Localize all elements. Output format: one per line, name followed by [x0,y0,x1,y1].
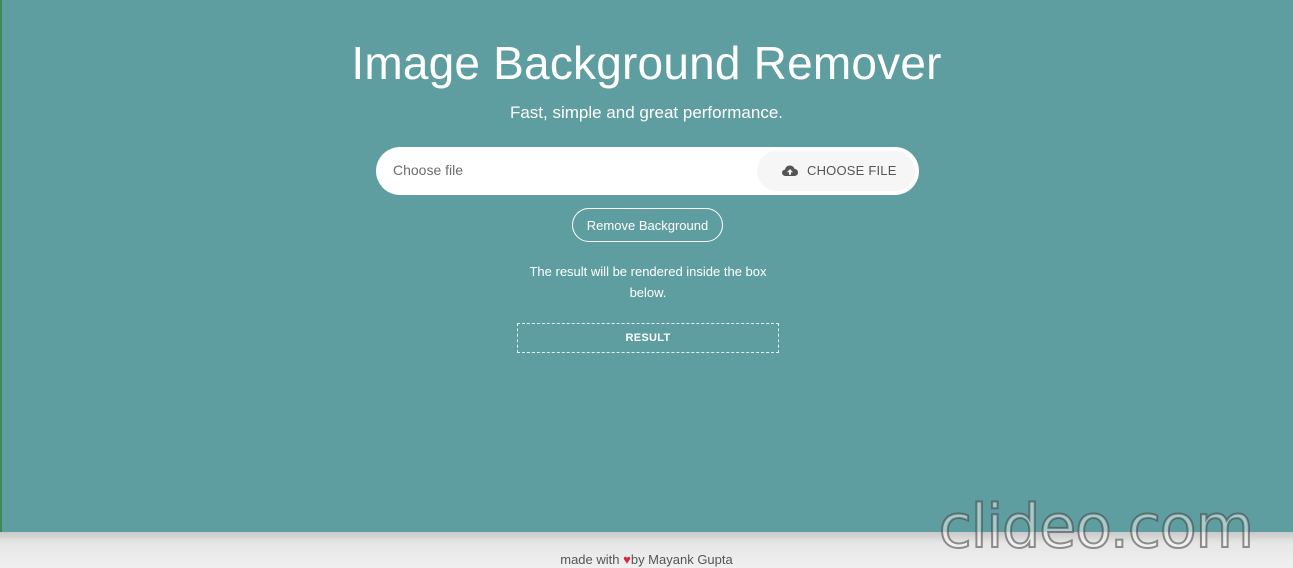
heart-icon: ♥ [623,552,631,567]
watermark-logo: clideo.com [938,492,1255,562]
file-input[interactable]: Choose file CHOOSE FILE [376,147,919,195]
cloud-upload-icon [781,163,799,179]
footer-author: by Mayank Gupta [630,552,733,567]
remove-background-button[interactable]: Remove Background [572,208,723,242]
choose-file-label: CHOOSE FILE [807,163,897,178]
result-info-text: The result will be rendered inside the b… [529,264,767,300]
page-title: Image Background Remover [351,37,942,89]
file-input-placeholder: Choose file [393,162,464,178]
main-content: Image Background Remover Fast, simple an… [0,0,1293,532]
footer-prefix: made with [560,552,624,567]
choose-file-button[interactable]: CHOOSE FILE [757,151,915,191]
result-label: RESULT [625,332,671,344]
page-subtitle: Fast, simple and great performance. [509,103,784,122]
result-box: RESULT [517,323,779,353]
